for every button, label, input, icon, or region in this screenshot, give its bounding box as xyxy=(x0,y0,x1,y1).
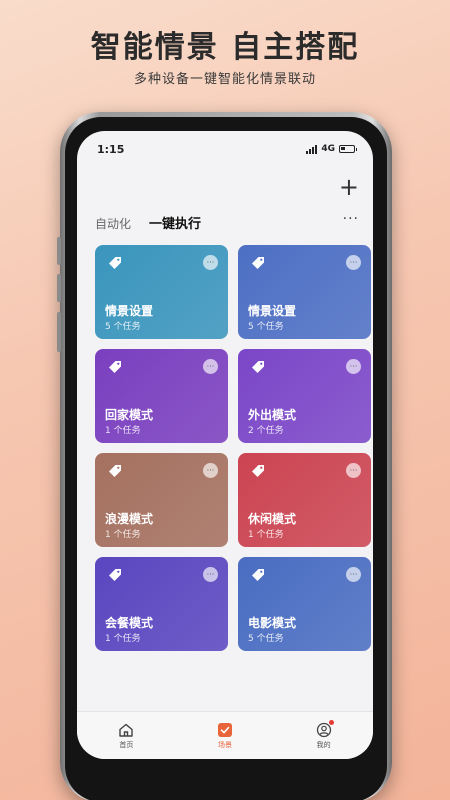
add-scene-button[interactable]: + xyxy=(339,175,359,199)
signal-icon xyxy=(306,144,318,154)
nav-profile[interactable]: 我的 xyxy=(294,719,354,750)
status-bar: 1:15 4G xyxy=(97,141,357,157)
volume-button xyxy=(57,274,61,302)
scene-card[interactable]: ··· 情景设置 5 个任务 xyxy=(95,245,228,339)
card-title: 休闲模式 xyxy=(248,512,297,526)
card-task-count: 5 个任务 xyxy=(248,634,284,644)
card-title: 外出模式 xyxy=(248,408,297,422)
tag-icon xyxy=(252,361,264,373)
card-task-count: 5 个任务 xyxy=(248,322,284,332)
card-title: 浪漫模式 xyxy=(105,512,154,526)
scene-card[interactable]: ··· 外出模式 2 个任务 xyxy=(238,349,371,443)
notification-badge xyxy=(328,719,334,725)
screen: 1:15 4G + 自动化 一键执行 ··· ··· 情景设置 5 个任务 ··… xyxy=(77,131,373,759)
tag-icon xyxy=(252,569,264,581)
tag-icon xyxy=(109,569,121,581)
battery-icon xyxy=(339,145,357,153)
card-task-count: 1 个任务 xyxy=(105,426,141,436)
scene-grid: ··· 情景设置 5 个任务 ··· 情景设置 5 个任务 ··· 回家模式 1… xyxy=(95,245,371,651)
power-button xyxy=(57,312,61,352)
nav-home-label: 首页 xyxy=(119,740,134,749)
card-more-button[interactable]: ··· xyxy=(346,463,361,478)
nav-scene[interactable]: 场景 xyxy=(195,722,255,750)
scene-icon xyxy=(217,722,232,737)
tab-automation[interactable]: 自动化 xyxy=(95,215,131,232)
network-type: 4G xyxy=(321,144,335,154)
card-title: 会餐模式 xyxy=(105,616,154,630)
scene-card[interactable]: ··· 会餐模式 1 个任务 xyxy=(95,557,228,651)
card-task-count: 1 个任务 xyxy=(105,634,141,644)
card-more-button[interactable]: ··· xyxy=(203,463,218,478)
card-title: 情景设置 xyxy=(105,304,154,318)
tab-bar: 自动化 一键执行 xyxy=(95,213,201,232)
card-more-button[interactable]: ··· xyxy=(346,567,361,582)
nav-profile-label: 我的 xyxy=(316,740,331,749)
tag-icon xyxy=(109,465,121,477)
scene-card[interactable]: ··· 休闲模式 1 个任务 xyxy=(238,453,371,547)
card-more-button[interactable]: ··· xyxy=(203,567,218,582)
status-time: 1:15 xyxy=(97,142,125,156)
card-task-count: 2 个任务 xyxy=(248,426,284,436)
scene-card[interactable]: ··· 电影模式 5 个任务 xyxy=(238,557,371,651)
phone-bezel: 1:15 4G + 自动化 一键执行 ··· ··· 情景设置 5 个任务 ··… xyxy=(65,117,387,800)
bottom-nav: 首页 场景 我的 xyxy=(77,711,373,759)
home-icon xyxy=(119,723,134,737)
card-title: 回家模式 xyxy=(105,408,154,422)
card-more-button[interactable]: ··· xyxy=(346,359,361,374)
nav-home[interactable]: 首页 xyxy=(96,722,156,750)
more-options-button[interactable]: ··· xyxy=(343,211,359,227)
phone-frame: 1:15 4G + 自动化 一键执行 ··· ··· 情景设置 5 个任务 ··… xyxy=(57,112,392,800)
nav-scene-label: 场景 xyxy=(217,740,232,749)
tag-icon xyxy=(252,465,264,477)
subline: 多种设备一键智能化情景联动 xyxy=(133,72,316,87)
profile-icon-wrap xyxy=(316,719,334,738)
card-task-count: 1 个任务 xyxy=(248,530,284,540)
tag-icon xyxy=(252,257,264,269)
card-task-count: 1 个任务 xyxy=(105,530,141,540)
card-more-button[interactable]: ··· xyxy=(203,359,218,374)
card-more-button[interactable]: ··· xyxy=(346,255,361,270)
card-task-count: 5 个任务 xyxy=(105,322,141,332)
card-title: 电影模式 xyxy=(248,616,297,630)
tab-one-click[interactable]: 一键执行 xyxy=(149,213,201,232)
tag-icon xyxy=(109,361,121,373)
scene-card[interactable]: ··· 情景设置 5 个任务 xyxy=(238,245,371,339)
card-title: 情景设置 xyxy=(248,304,297,318)
headline: 智能情景 自主搭配 xyxy=(90,30,360,65)
tag-icon xyxy=(109,257,121,269)
scene-card[interactable]: ··· 浪漫模式 1 个任务 xyxy=(95,453,228,547)
scene-card[interactable]: ··· 回家模式 1 个任务 xyxy=(95,349,228,443)
card-more-button[interactable]: ··· xyxy=(203,255,218,270)
status-icons: 4G xyxy=(306,144,357,154)
volume-button xyxy=(57,237,61,265)
